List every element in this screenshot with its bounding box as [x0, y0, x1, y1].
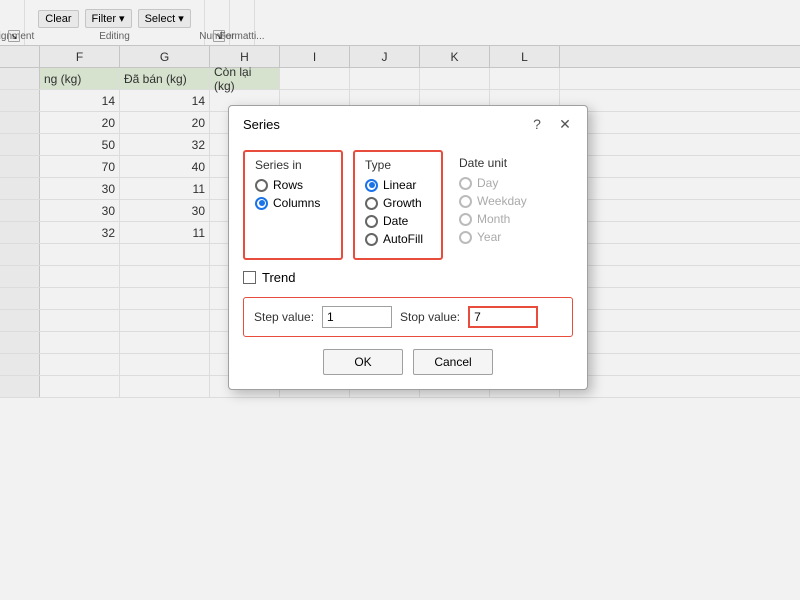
year-radio-button — [459, 231, 472, 244]
autofill-label: AutoFill — [383, 232, 423, 246]
dialog-sections: Series in Rows Columns Type — [243, 150, 573, 260]
weekday-radio-option: Weekday — [459, 194, 527, 208]
values-row: Step value: Stop value: — [254, 306, 562, 328]
rows-radio-button[interactable] — [255, 179, 268, 192]
type-section: Type Linear Growth Date AutoF — [353, 150, 443, 260]
linear-radio-button[interactable] — [365, 179, 378, 192]
stop-value-input[interactable] — [468, 306, 538, 328]
date-radio-option[interactable]: Date — [365, 214, 431, 228]
dialog-title-icons: ? ✕ — [527, 114, 575, 134]
dialog-buttons: OK Cancel — [243, 349, 573, 375]
year-radio-option: Year — [459, 230, 527, 244]
dialog-title-bar: Series ? ✕ — [229, 106, 587, 140]
columns-radio-button[interactable] — [255, 197, 268, 210]
type-label: Type — [365, 158, 431, 172]
help-button[interactable]: ? — [527, 114, 547, 134]
cancel-button[interactable]: Cancel — [413, 349, 493, 375]
series-in-section: Series in Rows Columns — [243, 150, 343, 260]
autofill-radio-option[interactable]: AutoFill — [365, 232, 431, 246]
year-label: Year — [477, 230, 501, 244]
step-value-input[interactable] — [322, 306, 392, 328]
linear-radio-option[interactable]: Linear — [365, 178, 431, 192]
day-radio-option: Day — [459, 176, 527, 190]
month-label: Month — [477, 212, 510, 226]
linear-radio-dot — [369, 182, 375, 188]
series-dialog: Series ? ✕ Series in Rows Columns — [228, 105, 588, 390]
close-button[interactable]: ✕ — [555, 114, 575, 134]
growth-radio-button[interactable] — [365, 197, 378, 210]
linear-label: Linear — [383, 178, 416, 192]
step-value-label: Step value: — [254, 310, 314, 324]
dialog-body: Series in Rows Columns Type — [229, 140, 587, 389]
weekday-label: Weekday — [477, 194, 527, 208]
date-unit-section: Date unit Day Weekday Month Year — [453, 150, 533, 260]
dialog-title: Series — [243, 117, 280, 132]
values-section: Step value: Stop value: — [243, 297, 573, 337]
date-unit-label: Date unit — [459, 156, 527, 170]
month-radio-button — [459, 213, 472, 226]
columns-radio-dot — [259, 200, 265, 206]
date-label: Date — [383, 214, 408, 228]
trend-checkbox[interactable] — [243, 271, 256, 284]
month-radio-option: Month — [459, 212, 527, 226]
rows-label: Rows — [273, 178, 303, 192]
columns-label: Columns — [273, 196, 320, 210]
day-radio-button — [459, 177, 472, 190]
date-radio-button[interactable] — [365, 215, 378, 228]
stop-value-label: Stop value: — [400, 310, 460, 324]
series-in-label: Series in — [255, 158, 331, 172]
weekday-radio-button — [459, 195, 472, 208]
trend-row: Trend — [243, 270, 573, 285]
trend-label: Trend — [262, 270, 295, 285]
autofill-radio-button[interactable] — [365, 233, 378, 246]
rows-radio-option[interactable]: Rows — [255, 178, 331, 192]
growth-radio-option[interactable]: Growth — [365, 196, 431, 210]
columns-radio-option[interactable]: Columns — [255, 196, 331, 210]
day-label: Day — [477, 176, 498, 190]
growth-label: Growth — [383, 196, 422, 210]
ok-button[interactable]: OK — [323, 349, 403, 375]
